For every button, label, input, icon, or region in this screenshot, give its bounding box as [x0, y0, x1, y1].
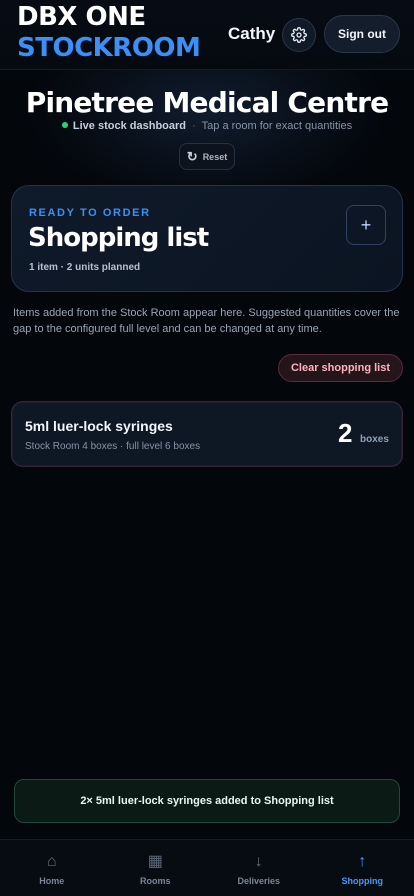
- tab-label: Deliveries: [237, 876, 281, 886]
- tab-label: Shopping: [341, 876, 384, 886]
- refresh-icon: ↻: [186, 148, 198, 164]
- arrow-up-icon: ↑: [358, 853, 367, 870]
- gear-icon: [291, 27, 307, 43]
- reset-label: Reset: [202, 151, 228, 162]
- brand-line-2: STOCKROOM: [17, 33, 201, 63]
- bottom-tab-bar: ⌂ Home ▦ Rooms ↓ Deliveries ↑ Shopping: [0, 839, 414, 896]
- list-item[interactable]: 5ml luer-lock syringes Stock Room 4 boxe…: [11, 401, 403, 467]
- sign-out-button[interactable]: Sign out: [324, 15, 400, 53]
- home-icon: ⌂: [46, 853, 57, 870]
- item-quantity: 2: [338, 418, 353, 448]
- reset-button[interactable]: ↻ Reset: [179, 143, 235, 170]
- item-name: 5ml luer-lock syringes: [25, 418, 173, 434]
- grid-icon: ▦: [147, 853, 163, 870]
- dashboard-status: Live stock dashboard · Tap a room for exac…: [0, 120, 414, 132]
- separator-dot: ·: [192, 120, 196, 132]
- page-title: Pinetree Medical Centre: [25, 86, 389, 119]
- help-text: Items added from the Stock Room appear h…: [13, 307, 400, 335]
- item-unit: boxes: [360, 434, 389, 445]
- add-item-button[interactable]: +: [346, 205, 386, 245]
- card-eyebrow: READY TO ORDER: [29, 207, 151, 219]
- user-name: Cathy: [228, 24, 276, 43]
- live-label: Live stock dashboard: [72, 120, 186, 132]
- clear-shopping-list-button[interactable]: Clear shopping list: [278, 354, 403, 382]
- brand-line-1: DBX ONE: [17, 2, 146, 32]
- live-indicator-icon: [61, 122, 68, 129]
- tab-label: Rooms: [139, 876, 171, 886]
- plus-icon: +: [360, 214, 372, 235]
- settings-button[interactable]: [282, 18, 316, 52]
- brand-logo: DBX ONE STOCKROOM: [17, 2, 201, 64]
- top-bar: DBX ONE STOCKROOM Cathy Sign out: [0, 0, 414, 70]
- tab-home[interactable]: ⌂ Home: [0, 840, 104, 896]
- item-detail: Stock Room 4 boxes · full level 6 boxes: [25, 441, 201, 452]
- tab-shopping[interactable]: ↑ Shopping: [311, 840, 414, 896]
- tab-rooms[interactable]: ▦ Rooms: [104, 840, 208, 896]
- tab-label: Home: [39, 876, 65, 886]
- toast-notification: 2× 5ml luer-lock syringes added to Shopp…: [14, 779, 400, 823]
- card-summary: 1 item · 2 units planned: [29, 262, 141, 273]
- card-title: Shopping list: [28, 223, 209, 253]
- arrow-down-icon: ↓: [254, 853, 263, 870]
- shopping-list-card: READY TO ORDER Shopping list 1 item · 2 …: [11, 185, 403, 292]
- hint-text: Tap a room for exact quantities: [201, 120, 353, 132]
- tab-deliveries[interactable]: ↓ Deliveries: [207, 840, 311, 896]
